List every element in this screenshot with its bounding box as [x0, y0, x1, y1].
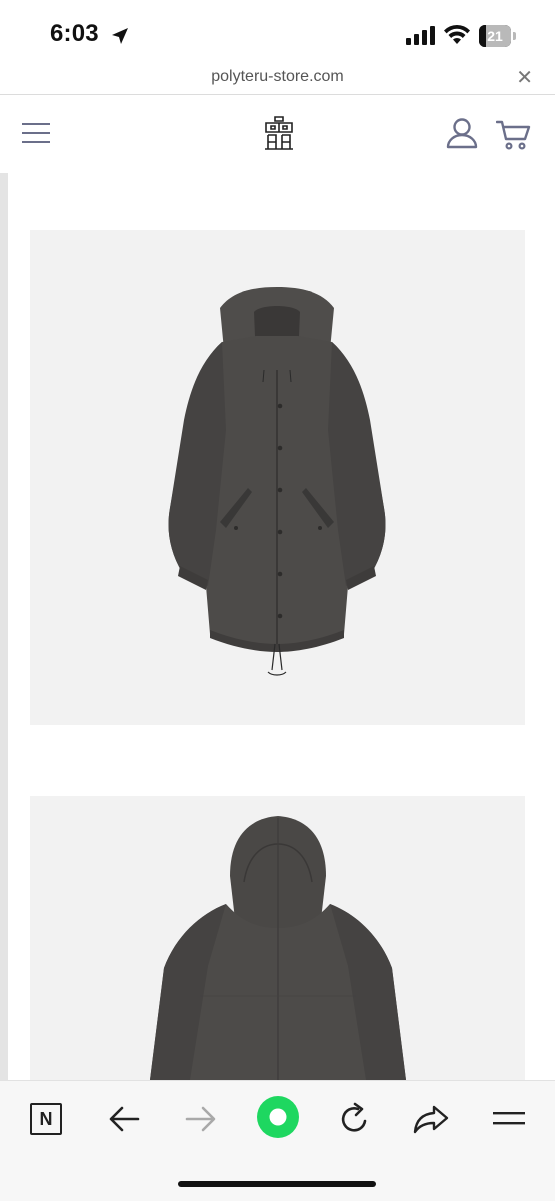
menu-icon[interactable] [489, 1099, 529, 1139]
account-icon[interactable] [446, 117, 478, 149]
close-icon[interactable]: ✕ [516, 65, 533, 90]
n-app-icon[interactable]: N [28, 1099, 68, 1139]
url-bar[interactable]: polyteru-store.com ✕ [0, 62, 555, 95]
back-arrow-icon[interactable] [104, 1099, 144, 1139]
status-time: 6:03 [50, 20, 99, 47]
url-text[interactable]: polyteru-store.com [0, 68, 555, 86]
jacket-front-image[interactable] [30, 230, 525, 725]
home-dot-icon[interactable] [256, 1095, 300, 1139]
jacket-back-illustration [150, 816, 406, 1080]
jacket-back-image[interactable] [30, 796, 525, 1080]
home-indicator [178, 1181, 376, 1187]
polyteru-logo[interactable] [263, 115, 295, 151]
hamburger-menu-icon[interactable] [22, 121, 52, 145]
cart-icon[interactable] [496, 119, 532, 151]
location-arrow-icon [112, 28, 128, 44]
share-icon[interactable] [411, 1099, 451, 1139]
product-gallery [0, 173, 555, 1080]
cellular-signal-icon [406, 26, 435, 45]
jacket-front-illustration [168, 287, 386, 676]
forward-arrow-icon [185, 1106, 216, 1132]
wifi-icon [444, 24, 470, 44]
scroll-rail [0, 173, 8, 1080]
battery-level: 21 [487, 28, 503, 44]
status-bar: 6:03 21 [0, 0, 555, 62]
battery-icon: 21 [479, 25, 517, 47]
site-header [0, 95, 555, 173]
reload-icon[interactable] [334, 1099, 374, 1139]
